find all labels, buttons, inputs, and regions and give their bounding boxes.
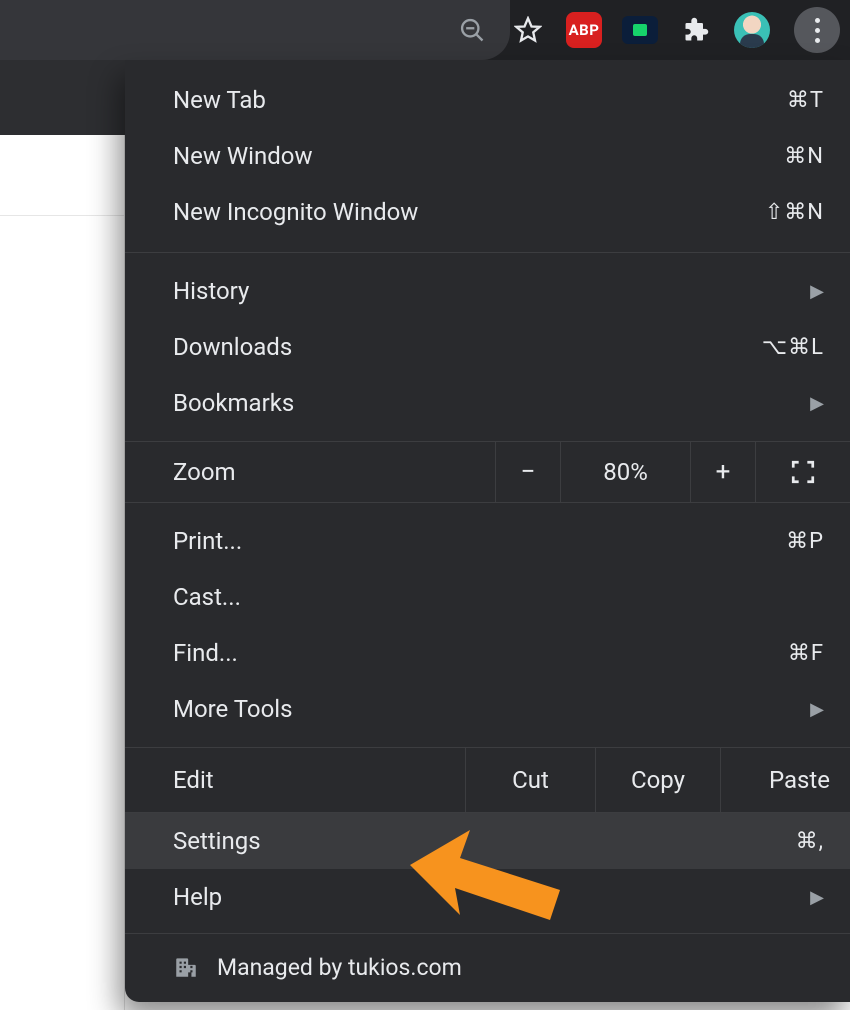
edit-paste-button[interactable]: Paste bbox=[720, 748, 850, 812]
video-extension-icon[interactable] bbox=[622, 16, 658, 44]
shortcut-label: ⌘, bbox=[714, 829, 824, 854]
kebab-icon bbox=[815, 18, 820, 43]
menu-find[interactable]: Find... ⌘F bbox=[125, 625, 850, 681]
tab-strip-fragment bbox=[0, 60, 125, 135]
page-content-fragment bbox=[0, 135, 125, 1010]
shortcut-label: ⌥⌘L bbox=[714, 335, 824, 360]
menu-downloads[interactable]: Downloads ⌥⌘L bbox=[125, 319, 850, 375]
abp-extension-icon[interactable]: ABP bbox=[566, 12, 602, 48]
menu-item-label: Bookmarks bbox=[173, 389, 810, 417]
menu-item-label: New Incognito Window bbox=[173, 198, 714, 226]
toolbar-icons: ABP bbox=[454, 0, 840, 60]
chrome-menu-button[interactable] bbox=[794, 7, 840, 53]
menu-zoom-label: Zoom bbox=[125, 442, 495, 502]
chrome-menu: New Tab ⌘T New Window ⌘N New Incognito W… bbox=[125, 60, 850, 1002]
menu-more-tools[interactable]: More Tools ▶ bbox=[125, 681, 850, 737]
shortcut-label: ⌘T bbox=[714, 88, 824, 113]
browser-toolbar: ABP bbox=[0, 0, 850, 60]
shortcut-label: ⌘P bbox=[714, 529, 824, 554]
fullscreen-button[interactable] bbox=[755, 442, 850, 502]
edit-cut-button[interactable]: Cut bbox=[465, 748, 595, 812]
menu-item-label: More Tools bbox=[173, 695, 810, 723]
menu-new-tab[interactable]: New Tab ⌘T bbox=[125, 72, 850, 128]
menu-item-label: Help bbox=[173, 883, 810, 911]
menu-item-label: History bbox=[173, 277, 810, 305]
menu-print[interactable]: Print... ⌘P bbox=[125, 513, 850, 569]
profile-avatar[interactable] bbox=[734, 12, 770, 48]
menu-new-incognito[interactable]: New Incognito Window ⇧⌘N bbox=[125, 184, 850, 240]
menu-zoom-row: Zoom − 80% + bbox=[125, 442, 850, 502]
managed-label: Managed by tukios.com bbox=[217, 954, 462, 981]
star-icon[interactable] bbox=[510, 12, 546, 48]
menu-history[interactable]: History ▶ bbox=[125, 263, 850, 319]
menu-edit-label: Edit bbox=[125, 748, 465, 812]
menu-item-label: Find... bbox=[173, 639, 714, 667]
shortcut-label: ⇧⌘N bbox=[714, 200, 824, 225]
chevron-right-icon: ▶ bbox=[810, 699, 824, 720]
zoom-minus-button[interactable]: − bbox=[495, 442, 560, 502]
chevron-right-icon: ▶ bbox=[810, 393, 824, 414]
menu-managed-by[interactable]: Managed by tukios.com bbox=[125, 934, 850, 1000]
chevron-right-icon: ▶ bbox=[810, 887, 824, 908]
menu-item-label: Downloads bbox=[173, 333, 714, 361]
menu-cast[interactable]: Cast... bbox=[125, 569, 850, 625]
zoom-plus-button[interactable]: + bbox=[690, 442, 755, 502]
shortcut-label: ⌘F bbox=[714, 641, 824, 666]
menu-bookmarks[interactable]: Bookmarks ▶ bbox=[125, 375, 850, 431]
menu-item-label: Print... bbox=[173, 527, 714, 555]
menu-settings[interactable]: Settings ⌘, bbox=[125, 813, 850, 869]
zoom-percent-label: 80% bbox=[560, 442, 690, 502]
shortcut-label: ⌘N bbox=[714, 144, 824, 169]
menu-item-label: Cast... bbox=[173, 583, 824, 611]
menu-help[interactable]: Help ▶ bbox=[125, 869, 850, 925]
zoom-out-icon[interactable] bbox=[454, 12, 490, 48]
menu-edit-row: Edit Cut Copy Paste bbox=[125, 748, 850, 812]
extensions-icon[interactable] bbox=[678, 12, 714, 48]
edit-copy-button[interactable]: Copy bbox=[595, 748, 720, 812]
menu-item-label: Settings bbox=[173, 827, 714, 855]
menu-item-label: New Tab bbox=[173, 86, 714, 114]
menu-item-label: New Window bbox=[173, 142, 714, 170]
menu-new-window[interactable]: New Window ⌘N bbox=[125, 128, 850, 184]
chevron-right-icon: ▶ bbox=[810, 281, 824, 302]
address-bar-end bbox=[0, 0, 510, 60]
building-icon bbox=[173, 954, 199, 980]
